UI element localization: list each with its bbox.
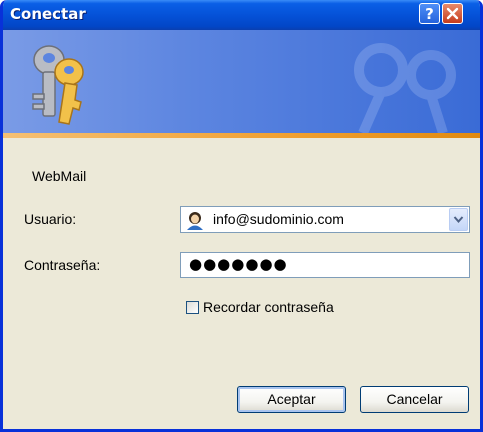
close-button[interactable] bbox=[442, 3, 463, 24]
server-name-label: WebMail bbox=[32, 168, 87, 184]
password-label: Contraseña: bbox=[24, 257, 101, 273]
cancel-button[interactable]: Cancelar bbox=[360, 386, 469, 413]
svg-text:?: ? bbox=[425, 5, 434, 23]
connect-dialog: Conectar ? WebMail Usuario: info@sudomin… bbox=[0, 0, 483, 432]
keys-icon bbox=[32, 45, 84, 125]
username-combobox[interactable]: info@sudominio.com bbox=[180, 206, 470, 233]
chevron-down-icon bbox=[453, 216, 464, 224]
dialog-banner bbox=[3, 30, 480, 133]
title-bar[interactable]: Conectar ? bbox=[3, 0, 480, 30]
window-title: Conectar bbox=[10, 5, 86, 23]
user-avatar-icon bbox=[187, 212, 203, 230]
remember-password-checkbox[interactable] bbox=[186, 301, 199, 314]
remember-password-label[interactable]: Recordar contraseña bbox=[203, 299, 334, 315]
username-dropdown-button[interactable] bbox=[449, 208, 468, 231]
question-mark-icon: ? bbox=[425, 5, 434, 23]
accept-button[interactable]: Aceptar bbox=[237, 386, 346, 413]
password-masked-value: ●●●●●●● bbox=[189, 255, 288, 273]
password-field[interactable]: ●●●●●●● bbox=[180, 252, 470, 278]
username-value: info@sudominio.com bbox=[213, 211, 344, 227]
help-button[interactable]: ? bbox=[419, 3, 440, 24]
banner-accent-stripe bbox=[3, 133, 480, 138]
close-x-icon bbox=[446, 7, 459, 20]
username-label: Usuario: bbox=[24, 211, 77, 227]
